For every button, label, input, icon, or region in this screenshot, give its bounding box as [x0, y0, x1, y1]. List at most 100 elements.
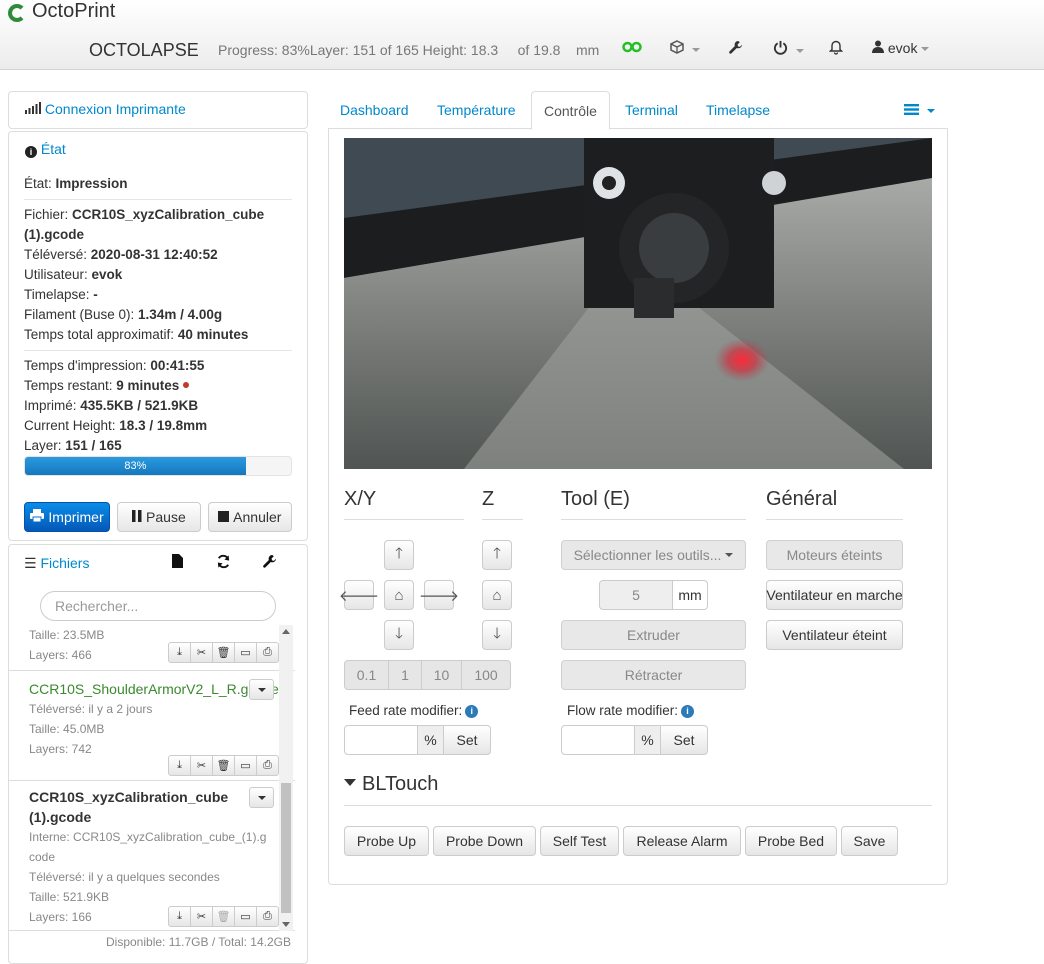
file-name[interactable]: CCR10S_ShoulderArmorV2_L_R.gcode: [29, 679, 279, 699]
flow-rate-input[interactable]: [561, 725, 635, 755]
retract-button[interactable]: Rétracter: [561, 660, 746, 690]
caret-down-icon: [344, 779, 356, 786]
select-tools-dropdown[interactable]: Sélectionner les outils...: [561, 540, 746, 570]
chevron-down-icon[interactable]: [249, 679, 274, 700]
jog-y-minus-button[interactable]: 🡓: [384, 620, 414, 650]
cancel-button[interactable]: Annuler: [207, 502, 292, 532]
list-item[interactable]: CCR10S_ShoulderArmorV2_L_R.gcode Téléver…: [9, 671, 295, 781]
main-tabs: Dashboard Température Contrôle Terminal …: [328, 91, 948, 130]
slice-icon[interactable]: ✂: [190, 755, 213, 776]
file-search-input[interactable]: Rechercher...: [40, 591, 276, 621]
disk-usage: Disponible: 11.7GB / Total: 14.2GB: [106, 935, 291, 949]
system-menu[interactable]: [670, 40, 700, 60]
info-icon[interactable]: i: [465, 704, 479, 718]
jog-y-plus-button[interactable]: 🡑: [384, 540, 414, 570]
files-title-link[interactable]: ☰ Fichiers: [24, 555, 154, 572]
extrude-amount-input[interactable]: 5: [599, 580, 673, 610]
jog-z-plus-button[interactable]: 🡑: [482, 540, 512, 570]
probe-down-button[interactable]: Probe Down: [433, 826, 536, 856]
settings-button[interactable]: [728, 40, 743, 60]
file-row: Fichier: CCR10S_xyzCalibration_cube (1).…: [24, 207, 265, 242]
file-list-scrollbar[interactable]: [279, 625, 293, 931]
wrench-icon[interactable]: [246, 554, 292, 573]
signal-icon: [25, 101, 45, 117]
file-actions: ⤓ ✂ 🗑 ▭ ⎙: [168, 642, 279, 663]
step-0-1-button[interactable]: 0.1: [344, 660, 389, 690]
probe-up-button[interactable]: Probe Up: [344, 826, 429, 856]
tab-terminal[interactable]: Terminal: [613, 91, 690, 129]
file-name[interactable]: CCR10S_xyzCalibration_cube (1).gcode: [29, 787, 234, 827]
feed-rate-input[interactable]: [344, 725, 418, 755]
list-icon: ☰: [24, 554, 37, 571]
file-uploaded: Téléversé: il y a 2 jours: [29, 702, 153, 716]
trash-icon[interactable]: 🗑: [212, 755, 235, 776]
extrude-button[interactable]: Extruder: [561, 620, 746, 650]
download-icon[interactable]: ⤓: [168, 642, 191, 663]
webcam-stream[interactable]: [344, 138, 932, 469]
tab-temperature[interactable]: Température: [425, 91, 528, 129]
step-100-button[interactable]: 100: [461, 660, 511, 690]
print-button[interactable]: Imprimer: [24, 502, 110, 532]
self-test-button[interactable]: Self Test: [540, 826, 619, 856]
feed-rate-set-button[interactable]: Set: [443, 725, 491, 755]
z-title: Z: [482, 488, 495, 510]
connection-title: Connexion Imprimante: [44, 101, 186, 117]
home-z-button[interactable]: ⌂: [482, 580, 512, 610]
tab-control[interactable]: Contrôle: [531, 91, 610, 130]
folder-open-icon[interactable]: ▭: [234, 906, 257, 927]
slice-icon[interactable]: ✂: [190, 642, 213, 663]
release-alarm-button[interactable]: Release Alarm: [623, 826, 741, 856]
jog-x-minus-button[interactable]: 🡐: [339, 580, 379, 610]
trash-icon[interactable]: 🗑: [212, 906, 235, 927]
print-icon[interactable]: ⎙: [256, 755, 279, 776]
download-icon[interactable]: ⤓: [168, 755, 191, 776]
probe-bed-button[interactable]: Probe Bed: [745, 826, 837, 856]
print-icon[interactable]: ⎙: [256, 642, 279, 663]
octolapse-label[interactable]: OCTOLAPSE: [89, 40, 199, 61]
tab-timelapse[interactable]: Timelapse: [694, 91, 782, 129]
chevron-down-icon: [926, 109, 935, 114]
scrollbar-thumb[interactable]: [281, 783, 291, 913]
save-button[interactable]: Save: [841, 826, 898, 856]
refresh-icon[interactable]: [200, 554, 246, 573]
list-item[interactable]: Taille: 23.5MB Layers: 466 ⤓ ✂ 🗑 ▭ ⎙: [9, 625, 295, 671]
jog-z-minus-button[interactable]: 🡓: [482, 620, 512, 650]
brand[interactable]: OctoPrint: [8, 0, 115, 23]
file-list: Taille: 23.5MB Layers: 466 ⤓ ✂ 🗑 ▭ ⎙ CCR…: [9, 625, 295, 931]
divider: [24, 350, 292, 351]
folder-open-icon[interactable]: ▭: [234, 642, 257, 663]
navbar: OctoPrint OCTOLAPSE Progress: 83%Layer: …: [0, 0, 1044, 70]
user-menu[interactable]: evok: [872, 40, 930, 60]
slice-icon[interactable]: ✂: [190, 906, 213, 927]
new-file-icon[interactable]: [154, 554, 200, 572]
step-1-button[interactable]: 1: [388, 660, 422, 690]
info-icon[interactable]: i: [681, 704, 695, 718]
home-xy-button[interactable]: ⌂: [384, 580, 414, 610]
list-item[interactable]: CCR10S_xyzCalibration_cube (1).gcode Int…: [9, 781, 295, 931]
chevron-down-icon[interactable]: [249, 787, 274, 808]
trash-icon[interactable]: 🗑: [212, 642, 235, 663]
bltouch-header[interactable]: BLTouch: [344, 773, 438, 796]
flow-rate-label: Flow rate modifier: i: [567, 703, 695, 718]
tabs-overflow-menu[interactable]: [892, 91, 947, 129]
print-icon[interactable]: ⎙: [256, 906, 279, 927]
jog-x-plus-button[interactable]: 🡒: [419, 580, 459, 610]
power-menu[interactable]: [773, 40, 804, 60]
motors-off-button[interactable]: Moteurs éteints: [766, 540, 903, 570]
step-10-button[interactable]: 10: [421, 660, 462, 690]
connection-header[interactable]: Connexion Imprimante: [9, 92, 307, 128]
notifications-button[interactable]: [828, 40, 844, 60]
printed-row: Imprimé: 435.5KB / 521.9KB: [24, 398, 199, 413]
fan-off-button[interactable]: Ventilateur éteint: [766, 620, 903, 650]
flow-rate-set-button[interactable]: Set: [660, 725, 708, 755]
pause-icon: [132, 509, 142, 525]
fan-on-button[interactable]: Ventilateur en marche: [766, 580, 903, 610]
xy-title: X/Y: [344, 488, 377, 510]
pause-button[interactable]: Pause: [116, 502, 201, 532]
tab-dashboard[interactable]: Dashboard: [328, 91, 421, 129]
download-icon[interactable]: ⤓: [168, 906, 191, 927]
state-header[interactable]: i État: [9, 132, 307, 168]
octolapse-status-icon[interactable]: [622, 40, 642, 60]
folder-open-icon[interactable]: ▭: [234, 755, 257, 776]
layer-row: Layer: 151 / 165: [24, 438, 122, 453]
